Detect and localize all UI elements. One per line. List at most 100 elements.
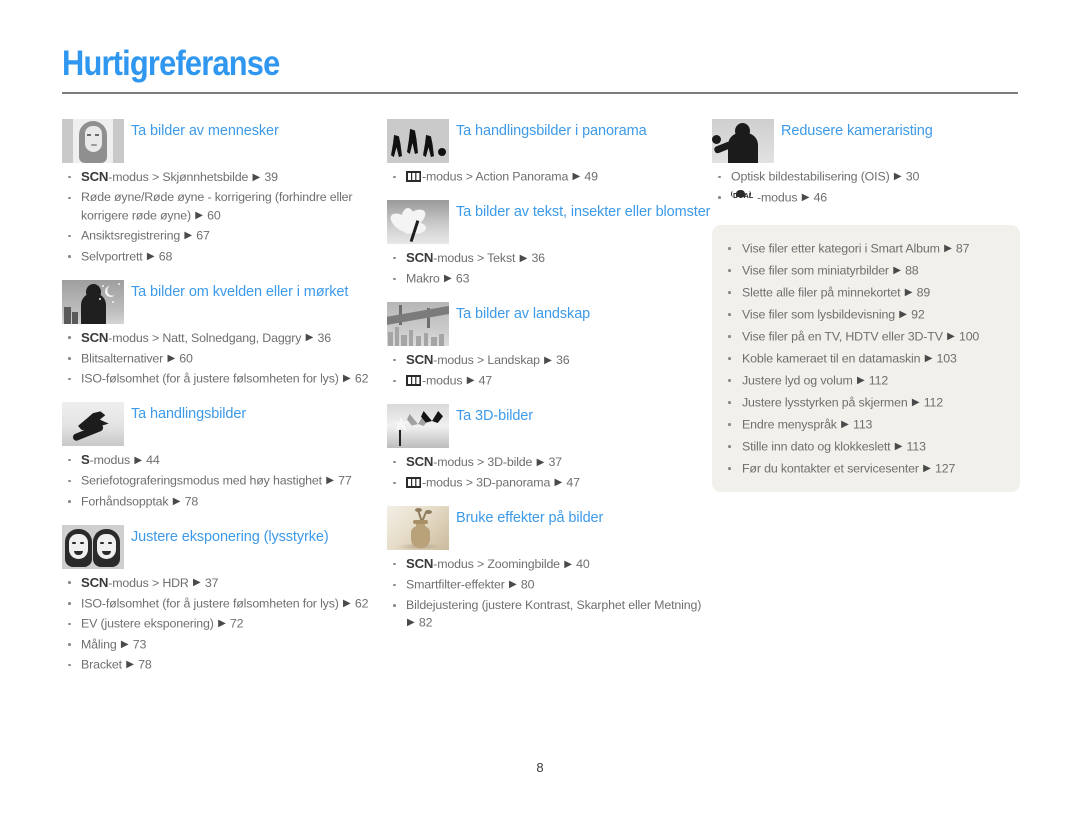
portrait-thumbnail xyxy=(62,119,124,163)
item-page: 82 xyxy=(418,615,433,630)
reference-item[interactable]: ISO-følsomhet (for å justere følsomheten… xyxy=(62,595,387,613)
page-number: 8 xyxy=(536,760,544,775)
column-1: Ta bilder av mennesker SCN-modus > Skjønn… xyxy=(62,118,387,687)
info-box-item[interactable]: Vise filer etter kategori i Smart Album … xyxy=(722,240,1006,258)
item-text: Måling xyxy=(81,637,117,651)
section-header: Ta bilder av landskap xyxy=(387,301,712,346)
info-box-item[interactable]: Slette alle filer på minnekortet ▶ 89 xyxy=(722,284,1006,302)
section-item-list: SCN-modus > Zoomingbilde ▶ 40 Smartfilter… xyxy=(387,555,712,632)
page-arrow-icon: ▶ xyxy=(184,230,192,241)
item-text: Bildejustering (justere Kontrast, Skarph… xyxy=(406,597,702,612)
reference-item[interactable]: EV (justere eksponering) ▶ 72 xyxy=(62,615,387,633)
section-item-list: SCN-modus > Natt, Solnedgang, Daggry ▶ 3… xyxy=(62,329,387,389)
section-header: Ta bilder om kvelden eller i mørket xyxy=(62,279,387,324)
night-scene-thumbnail xyxy=(62,279,124,324)
page-arrow-icon: ▶ xyxy=(911,396,920,408)
item-page: 60 xyxy=(207,208,221,222)
section-title[interactable]: Ta bilder av tekst, insekter eller bloms… xyxy=(449,199,710,222)
item-page: 100 xyxy=(958,329,980,343)
reference-item[interactable]: Ansiktsregistrering ▶ 67 xyxy=(62,227,387,245)
reference-item[interactable]: Forhåndsopptak ▶ 78 xyxy=(62,493,387,511)
section-title[interactable]: Ta handlingsbilder xyxy=(124,401,246,424)
reference-item[interactable]: S-modus ▶ 44 xyxy=(62,451,387,470)
reference-item[interactable]: Seriefotograferingsmodus med høy hastigh… xyxy=(62,472,387,490)
item-page: 87 xyxy=(955,241,970,255)
info-box-item[interactable]: Endre menyspråk ▶ 113 xyxy=(722,416,1006,434)
page-arrow-icon: ▶ xyxy=(508,579,517,590)
section-item-list: S-modus ▶ 44 Seriefotograferingsmodus med… xyxy=(62,451,387,511)
reference-item[interactable]: Måling ▶ 73 xyxy=(62,636,387,654)
info-box-item[interactable]: Justere lyd og volum ▶ 112 xyxy=(722,372,1006,390)
page-arrow-icon: ▶ xyxy=(326,475,334,486)
item-page: 77 xyxy=(338,473,352,488)
reference-item[interactable]: SCN-modus > Zoomingbilde ▶ 40 xyxy=(387,555,712,574)
info-box-item[interactable]: Koble kameraet til en datamaskin ▶ 103 xyxy=(722,350,1006,368)
page-arrow-icon: ▶ xyxy=(134,454,142,466)
reference-section: Ta 3D-bilder SCN-modus > 3D-bilde ▶ 37 -mo… xyxy=(387,403,712,492)
item-text: -modus > Tekst xyxy=(433,251,516,265)
reference-item[interactable]: Optisk bildestabilisering (OIS) ▶ 30 xyxy=(712,168,1020,186)
reference-item[interactable]: Bracket ▶ 78 xyxy=(62,656,387,674)
reference-item[interactable]: Makro ▶ 63 xyxy=(387,270,712,288)
two-faces-thumbnail xyxy=(62,524,124,569)
reference-item[interactable]: SCN-modus > Tekst ▶ 36 xyxy=(387,249,712,268)
item-page: 40 xyxy=(576,557,590,571)
info-box-item[interactable]: Vise filer som miniatyrbilder ▶ 88 xyxy=(722,262,1006,280)
column-2: Ta handlingsbilder i panorama -modus > Ac… xyxy=(387,118,712,687)
item-page: 92 xyxy=(911,307,925,321)
page-arrow-icon: ▶ xyxy=(218,618,226,629)
section-title[interactable]: Ta bilder av mennesker xyxy=(124,118,279,141)
reference-item[interactable]: -modus > Action Panorama ▶ 49 xyxy=(387,168,712,186)
item-text: -modus > Action Panorama xyxy=(422,169,569,184)
section-title[interactable]: Bruke effekter på bilder xyxy=(449,505,603,528)
item-text: Seriefotograferingsmodus med høy hastigh… xyxy=(81,473,322,488)
item-text: Stille inn dato og klokkeslett xyxy=(742,439,891,453)
info-box-item[interactable]: Stille inn dato og klokkeslett ▶ 113 xyxy=(722,438,1006,456)
page-arrow-icon: ▶ xyxy=(856,374,865,386)
item-page: 47 xyxy=(566,475,580,490)
reference-item[interactable]: SCN-modus > Skjønnhetsbilde ▶ 39 xyxy=(62,168,387,187)
section-title[interactable]: Ta 3D-bilder xyxy=(449,403,533,426)
reference-item[interactable]: Smartfilter-effekter ▶ 80 xyxy=(387,576,712,594)
reference-item[interactable]: ISO-følsomhet (for å justere følsomheten… xyxy=(62,370,387,388)
item-text: EV (justere eksponering) xyxy=(81,616,214,631)
dual-is-mode-icon: DUAL xyxy=(731,190,754,200)
page-arrow-icon: ▶ xyxy=(146,250,155,262)
item-text: Optisk bildestabilisering (OIS) xyxy=(731,169,890,184)
section-title[interactable]: Justere eksponering (lysstyrke) xyxy=(124,524,329,547)
reference-item[interactable]: -modus ▶ 47 xyxy=(387,372,712,390)
reference-item[interactable]: SCN-modus > Natt, Solnedgang, Daggry ▶ 3… xyxy=(62,329,387,348)
section-title[interactable]: Ta bilder om kvelden eller i mørket xyxy=(124,279,348,302)
reference-item[interactable]: SCN-modus > HDR ▶ 37 xyxy=(62,574,387,593)
item-text: Vise filer på en TV, HDTV eller 3D-TV xyxy=(742,329,943,343)
item-page: 89 xyxy=(916,285,931,299)
reference-item[interactable]: Røde øyne/Røde øyne - korrigering (forhi… xyxy=(62,189,387,225)
info-box-item[interactable]: Vise filer på en TV, HDTV eller 3D-TV ▶ … xyxy=(722,328,1006,346)
reference-item[interactable]: SCN-modus > Landskap ▶ 36 xyxy=(387,351,712,370)
reference-item[interactable]: Bildejustering (justere Kontrast, Skarph… xyxy=(387,597,712,633)
page-arrow-icon: ▶ xyxy=(126,659,134,670)
info-box-item[interactable]: Justere lysstyrken på skjermen ▶ 112 xyxy=(722,394,1006,412)
section-title[interactable]: Ta bilder av landskap xyxy=(449,301,590,324)
title-divider xyxy=(62,92,1018,94)
item-text: Ansiktsregistrering xyxy=(81,228,181,243)
reference-item[interactable]: SCN-modus > 3D-bilde ▶ 37 xyxy=(387,453,712,472)
item-text: Selvportrett xyxy=(81,249,143,263)
section-title[interactable]: Ta handlingsbilder i panorama xyxy=(449,118,647,141)
item-page: 67 xyxy=(196,228,210,243)
item-text: Før du kontakter et servicesenter xyxy=(742,461,919,475)
reference-item[interactable]: Blitsalternativer ▶ 60 xyxy=(62,350,387,368)
reference-item[interactable]: Selvportrett ▶ 68 xyxy=(62,248,387,266)
info-box-item[interactable]: Vise filer som lysbildevisning ▶ 92 xyxy=(722,306,1006,324)
reference-item[interactable]: DUAL -modus ▶ 46 xyxy=(712,189,1020,207)
info-box-item[interactable]: Før du kontakter et servicesenter ▶ 127 xyxy=(722,460,1006,478)
section-title[interactable]: Redusere kameraristing xyxy=(774,118,933,141)
running-players-thumbnail xyxy=(387,119,449,163)
reference-section: Justere eksponering (lysstyrke) SCN-modus… xyxy=(62,524,387,675)
page-arrow-icon: ▶ xyxy=(172,495,181,507)
page-arrow-icon: ▶ xyxy=(899,308,907,320)
reference-section: Ta bilder av landskap SCN-modus > Landska… xyxy=(387,301,712,390)
panorama-mode-icon xyxy=(406,374,421,386)
reference-item[interactable]: -modus > 3D-panorama ▶ 47 xyxy=(387,474,712,492)
item-page: 30 xyxy=(905,169,920,184)
